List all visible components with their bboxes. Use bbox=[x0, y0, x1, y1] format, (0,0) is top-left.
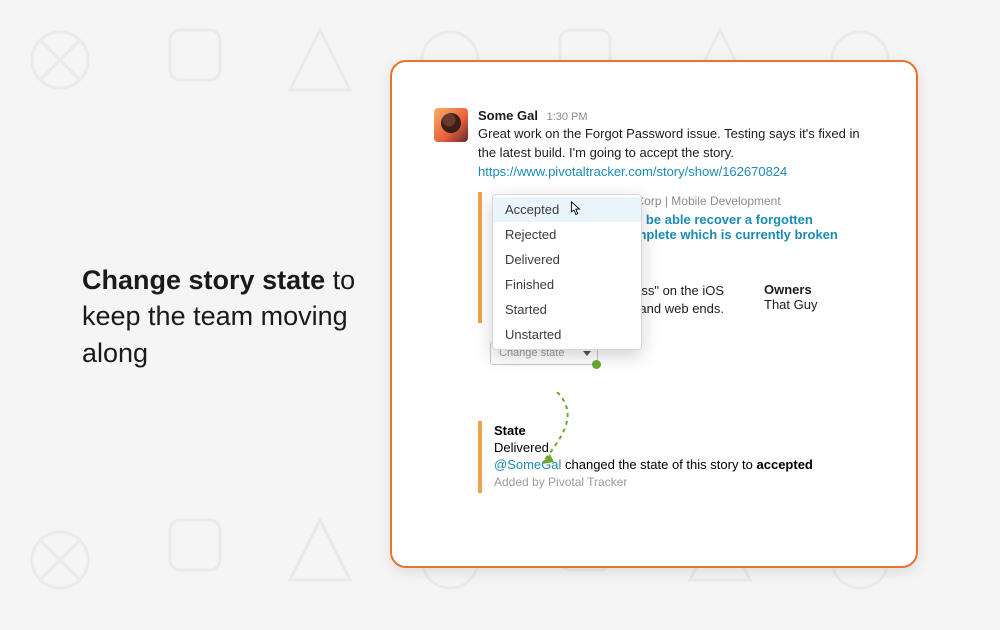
marketing-headline: Change story state to keep the team movi… bbox=[82, 262, 362, 371]
headline-bold-1: Change story bbox=[82, 265, 255, 295]
state-change-text: changed the state of this story to bbox=[561, 457, 756, 472]
slack-message-card: Some Gal 1:30 PM Great work on the Forgo… bbox=[390, 60, 918, 568]
state-option-accepted[interactable]: Accepted bbox=[493, 197, 641, 222]
story-url-link[interactable]: https://www.pivotaltracker.com/story/sho… bbox=[478, 164, 787, 179]
state-change-new-state: accepted bbox=[757, 457, 813, 472]
attachment-footer: Added by Pivotal Tracker bbox=[494, 475, 874, 489]
message-timestamp: 1:30 PM bbox=[547, 111, 588, 123]
state-label: State bbox=[494, 423, 874, 438]
state-option-delivered[interactable]: Delivered bbox=[493, 247, 641, 272]
state-option-finished[interactable]: Finished bbox=[493, 272, 641, 297]
state-dropdown-menu: Accepted Rejected Delivered Finished Sta… bbox=[492, 194, 642, 350]
avatar[interactable] bbox=[434, 108, 468, 142]
chevron-down-icon bbox=[583, 351, 591, 356]
message-text: Great work on the Forgot Password issue.… bbox=[478, 125, 874, 182]
state-value: Delivered bbox=[494, 440, 874, 455]
author-name[interactable]: Some Gal bbox=[478, 108, 538, 123]
state-option-unstarted[interactable]: Unstarted bbox=[493, 322, 641, 347]
state-change-attachment: State Delivered @SomeGal changed the sta… bbox=[478, 421, 874, 493]
connector-dot bbox=[592, 360, 601, 369]
owners-value: That Guy bbox=[764, 297, 874, 312]
state-change-actor[interactable]: @SomeGal bbox=[494, 457, 561, 472]
state-option-rejected[interactable]: Rejected bbox=[493, 222, 641, 247]
state-option-started[interactable]: Started bbox=[493, 297, 641, 322]
owners-label: Owners bbox=[764, 282, 874, 297]
headline-bold-2: state bbox=[262, 265, 325, 295]
